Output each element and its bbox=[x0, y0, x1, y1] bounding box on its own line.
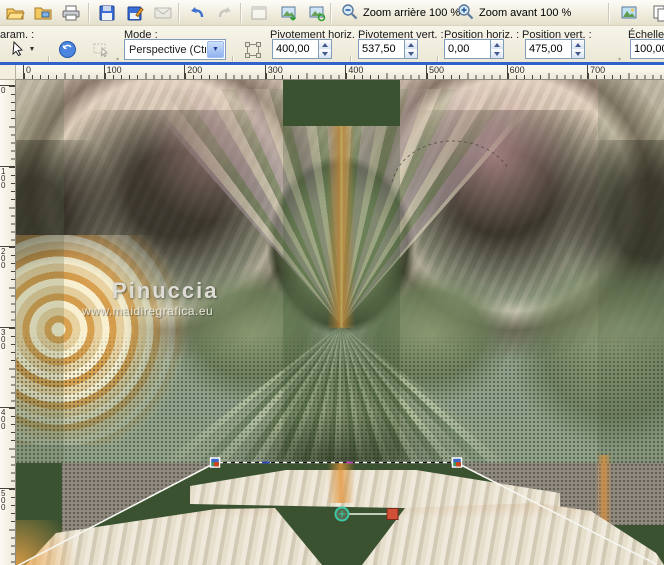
position-v-input[interactable] bbox=[525, 39, 571, 59]
ruler-segment: 600 bbox=[507, 65, 588, 79]
pivot-v-input[interactable] bbox=[358, 39, 404, 59]
save-as-icon[interactable] bbox=[122, 1, 148, 25]
tool-options-bar: aram. : ▼ Mode : Perspective (Ctrl) ▼ Pi… bbox=[0, 26, 664, 62]
window-icon[interactable] bbox=[246, 1, 272, 25]
perspective-edge-right[interactable] bbox=[457, 463, 656, 564]
perspective-edge-left[interactable] bbox=[17, 463, 215, 565]
ruler-segment: 100 bbox=[0, 166, 15, 247]
browse-icon[interactable] bbox=[30, 1, 56, 25]
mode-select[interactable]: Perspective (Ctrl) ▼ bbox=[124, 39, 226, 60]
ruler-segment: 500 bbox=[426, 65, 507, 79]
zoom-in-icon bbox=[457, 3, 475, 24]
pick-tool-dropdown[interactable]: ▼ bbox=[2, 37, 42, 61]
zoom-out-button[interactable]: Zoom arrière 100 % bbox=[336, 1, 465, 25]
undo-icon[interactable] bbox=[184, 1, 210, 25]
print-icon[interactable] bbox=[58, 1, 84, 25]
main-toolbar: Zoom arrière 100 % Zoom avant 100 % bbox=[0, 0, 664, 26]
toolbar-separator bbox=[240, 3, 242, 23]
pivot-h-input[interactable] bbox=[272, 39, 318, 59]
zoom-in-button[interactable]: Zoom avant 100 % bbox=[452, 1, 576, 25]
reset-button[interactable] bbox=[54, 37, 80, 61]
marching-ants-arc bbox=[392, 141, 508, 182]
ruler-segment: 0 bbox=[0, 85, 15, 166]
scale-h-input[interactable] bbox=[630, 39, 664, 59]
ruler-segment: 300 bbox=[0, 327, 15, 408]
ruler-segment: 300 bbox=[265, 65, 346, 79]
ruler-segment: 0 bbox=[23, 65, 104, 79]
toolbar-separator bbox=[178, 3, 180, 23]
position-h-input[interactable] bbox=[444, 39, 490, 59]
zoom-out-label: Zoom arrière 100 % bbox=[363, 7, 460, 19]
ruler-segment: 400 bbox=[0, 407, 15, 488]
toolbar-separator bbox=[330, 3, 332, 23]
save-icon[interactable] bbox=[94, 1, 120, 25]
bounding-box-icon bbox=[244, 41, 262, 59]
open-icon[interactable] bbox=[2, 1, 28, 25]
copy-icon[interactable] bbox=[648, 1, 664, 25]
ruler-segment: 500 bbox=[0, 488, 15, 565]
ruler-segment: 400 bbox=[345, 65, 426, 79]
chevron-down-icon: ▼ bbox=[29, 46, 36, 53]
zoom-in-label: Zoom avant 100 % bbox=[479, 7, 571, 19]
zoom-out-icon bbox=[341, 3, 359, 24]
corner-handle-right[interactable] bbox=[453, 458, 462, 467]
pivot-handle[interactable] bbox=[336, 508, 349, 521]
toolbar-separator bbox=[608, 3, 610, 23]
ruler-corner bbox=[0, 65, 16, 80]
ruler-segment: 100 bbox=[104, 65, 185, 79]
capture-icon[interactable] bbox=[276, 1, 302, 25]
corner-handle-left[interactable] bbox=[211, 458, 220, 467]
mail-icon[interactable] bbox=[150, 1, 176, 25]
deform-icon bbox=[92, 40, 111, 59]
ruler-segment: 700 bbox=[587, 65, 664, 79]
horizontal-ruler[interactable]: 0 100 200 300 400 500 600 700 bbox=[16, 65, 664, 80]
deform-button[interactable] bbox=[88, 37, 114, 61]
ruler-segment: 200 bbox=[0, 246, 15, 327]
pivot-h-spinner[interactable] bbox=[318, 39, 332, 59]
capture-alt-icon[interactable] bbox=[304, 1, 330, 25]
pointer-icon bbox=[9, 40, 27, 58]
image-canvas[interactable]: Pinuccia www.maidiregrafica.eu bbox=[16, 80, 664, 565]
pivot-v-spinner[interactable] bbox=[404, 39, 418, 59]
bounding-box-button[interactable] bbox=[240, 38, 266, 62]
ruler-segment: 200 bbox=[184, 65, 265, 79]
redo-icon[interactable] bbox=[212, 1, 238, 25]
combo-arrow-icon[interactable]: ▼ bbox=[207, 41, 224, 58]
position-h-spinner[interactable] bbox=[490, 39, 504, 59]
vertical-ruler[interactable]: 0 100 200 300 400 500 bbox=[0, 80, 16, 565]
image-icon[interactable] bbox=[616, 1, 642, 25]
mode-value: Perspective (Ctrl) bbox=[125, 44, 206, 56]
position-v-spinner[interactable] bbox=[571, 39, 585, 59]
toolbar-separator bbox=[88, 3, 90, 23]
reset-icon bbox=[58, 40, 77, 59]
app-window: Zoom arrière 100 % Zoom avant 100 % aram… bbox=[0, 0, 664, 565]
selection-overlay bbox=[16, 80, 664, 565]
rotation-handle[interactable] bbox=[387, 509, 398, 520]
